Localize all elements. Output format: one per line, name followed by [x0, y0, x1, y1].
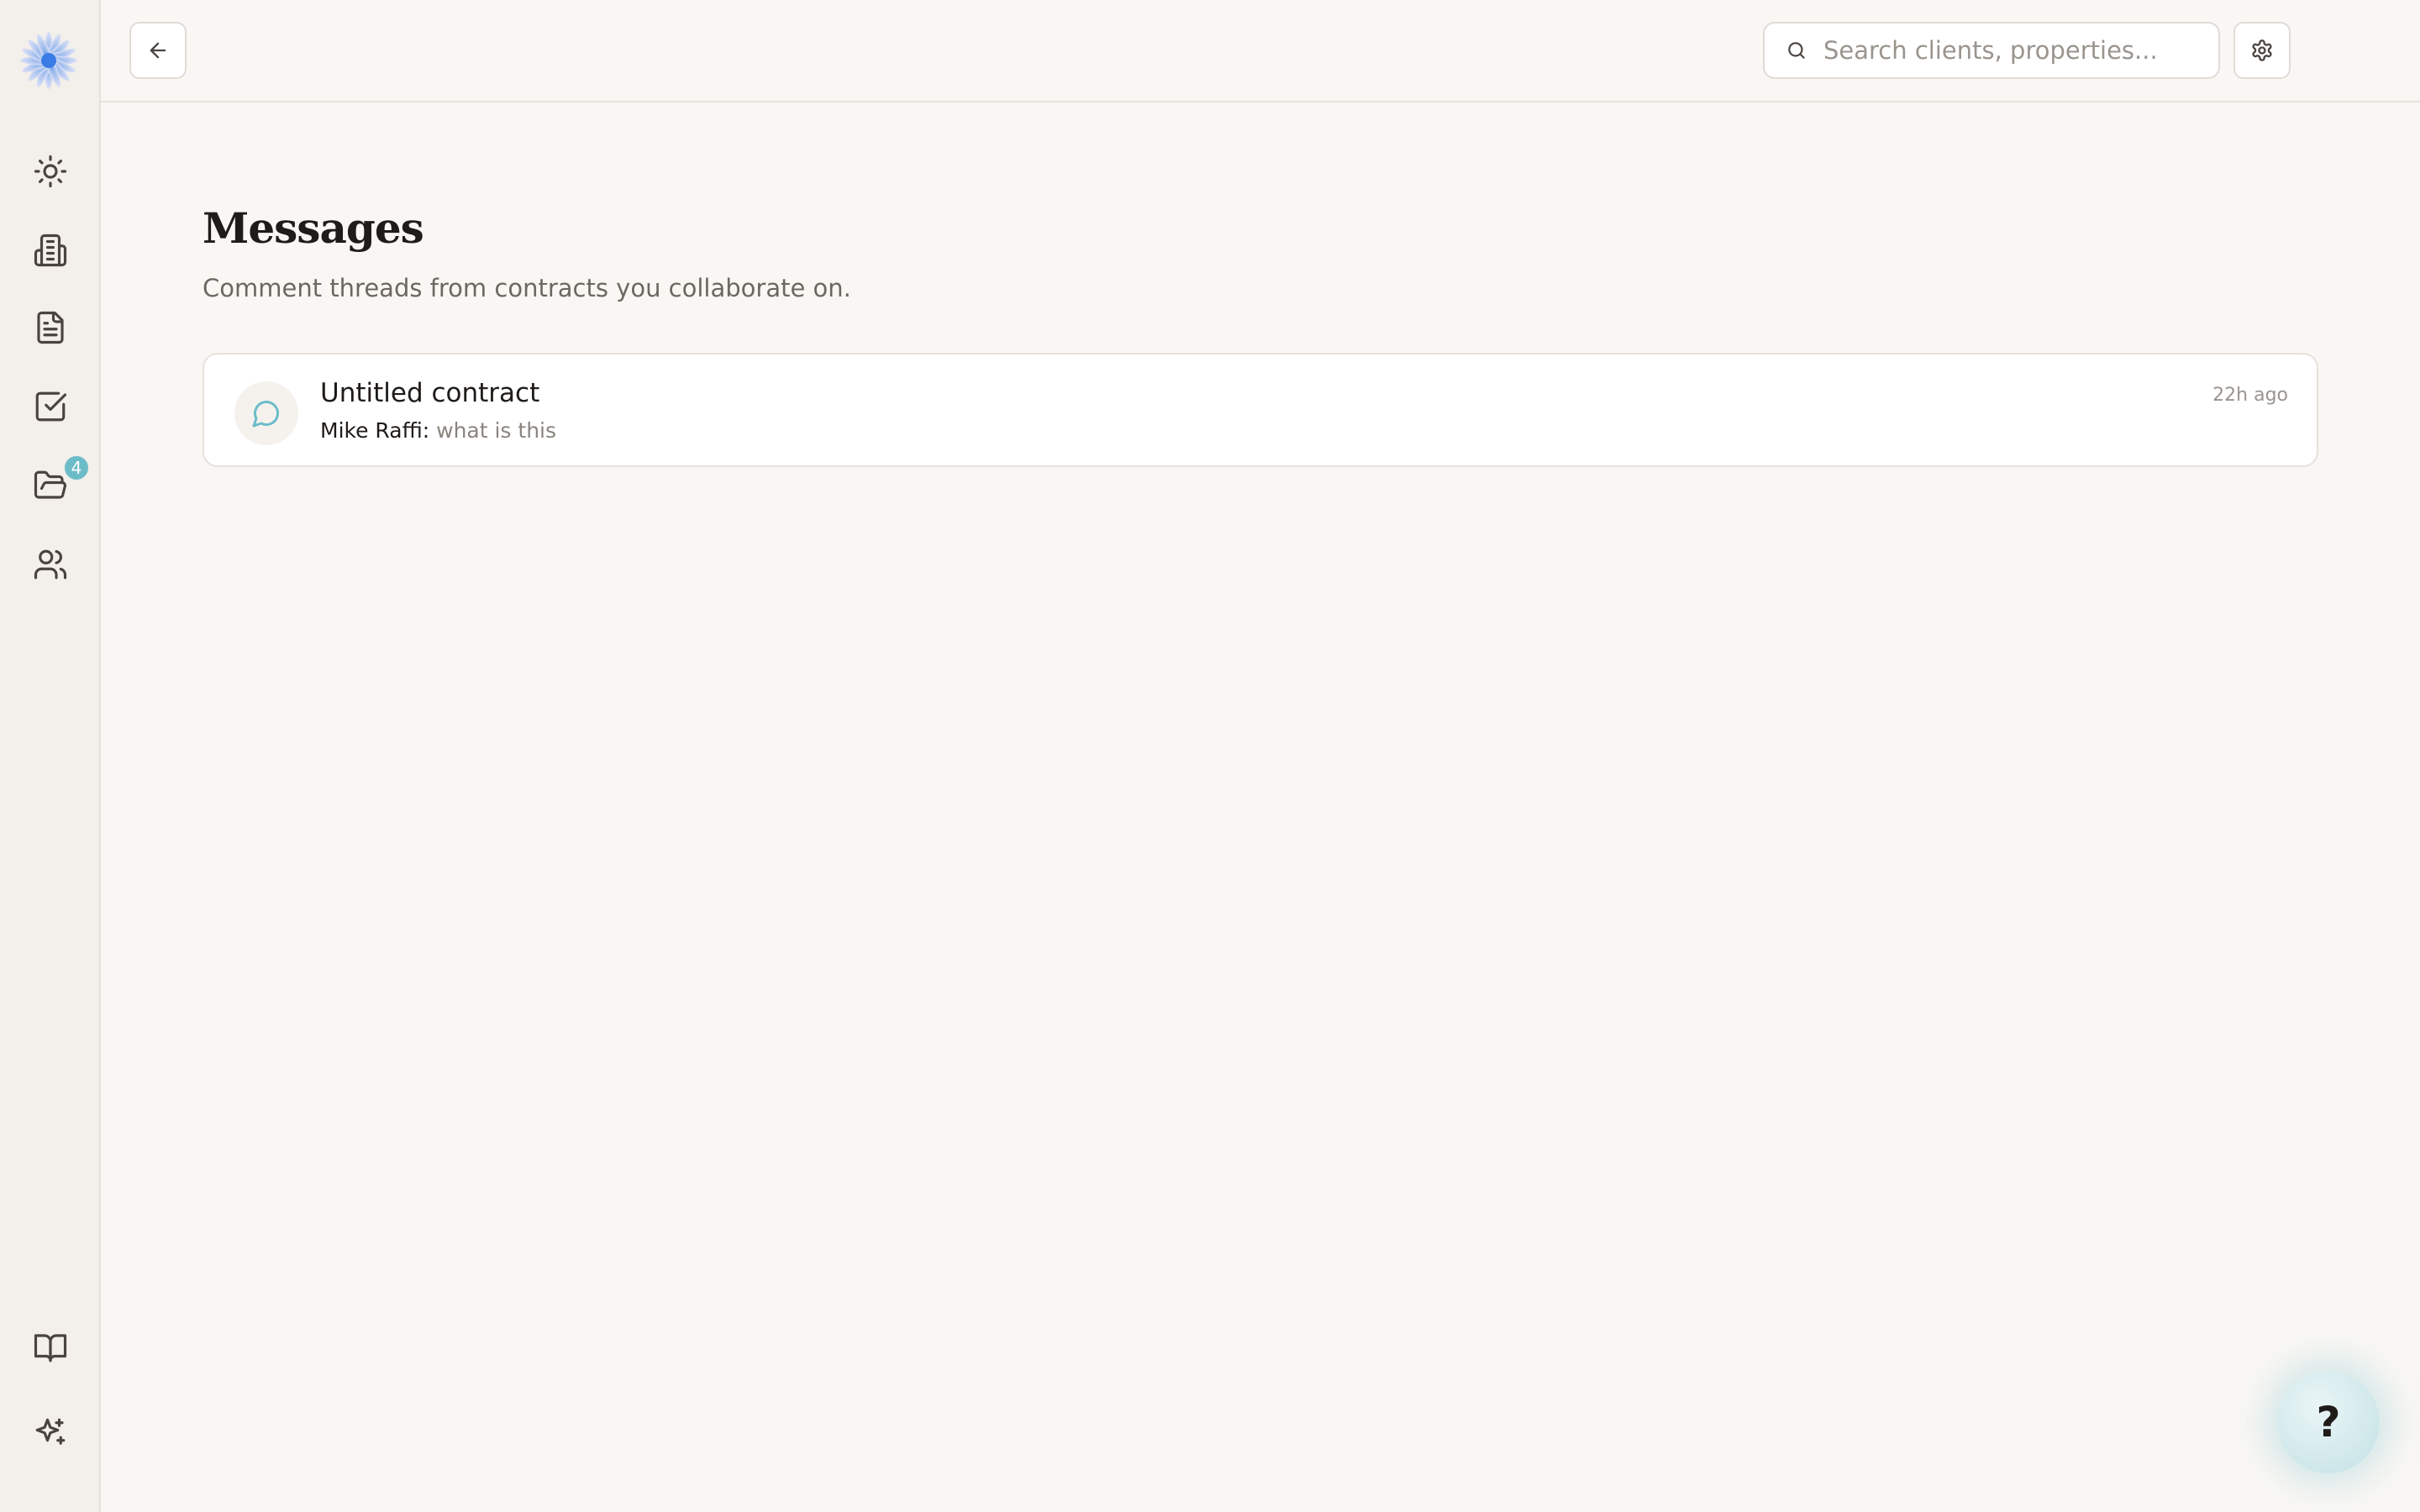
sidebar-item-clients[interactable] — [20, 534, 81, 595]
thread-timestamp: 22h ago — [2212, 385, 2288, 406]
thread-preview: Mike Raffi: what is this — [320, 418, 556, 443]
page-subtitle: Comment threads from contracts you colla… — [203, 274, 851, 302]
sidebar-item-tasks[interactable] — [20, 376, 81, 437]
thread-item[interactable]: Untitled contract Mike Raffi: what is th… — [203, 353, 2318, 467]
sidebar-item-documents[interactable] — [20, 297, 81, 358]
sidebar-item-ai[interactable] — [20, 1403, 81, 1463]
building-icon — [34, 234, 67, 267]
thread-message: what is this — [436, 418, 557, 443]
sidebar-item-dashboard[interactable] — [20, 141, 81, 202]
search-input[interactable] — [1823, 36, 2218, 65]
book-icon — [34, 1334, 67, 1362]
back-button[interactable] — [129, 22, 187, 79]
help-button[interactable]: ? — [2277, 1371, 2380, 1473]
document-icon — [37, 311, 64, 344]
page-title: Messages — [203, 203, 424, 253]
checkbox-icon — [35, 391, 67, 422]
sidebar-item-files[interactable]: 4 — [20, 454, 91, 516]
search-icon — [1781, 35, 1812, 66]
thread-author: Mike Raffi: — [320, 418, 430, 443]
app-logo[interactable] — [18, 30, 79, 91]
sidebar-item-guide[interactable] — [20, 1317, 81, 1378]
settings-button[interactable] — [2233, 22, 2291, 79]
arrow-left-icon — [150, 42, 166, 59]
sun-icon — [34, 155, 67, 188]
chat-bubble-icon — [252, 400, 280, 428]
thread-title: Untitled contract — [320, 378, 540, 408]
notification-badge: 4 — [62, 454, 91, 482]
thread-avatar — [234, 381, 298, 445]
search-box[interactable] — [1763, 22, 2220, 79]
gear-icon — [2252, 39, 2272, 61]
sparkles-icon — [35, 1418, 66, 1445]
users-icon — [34, 549, 67, 580]
sidebar: 4 — [0, 0, 101, 1512]
sidebar-item-properties[interactable] — [20, 220, 81, 281]
